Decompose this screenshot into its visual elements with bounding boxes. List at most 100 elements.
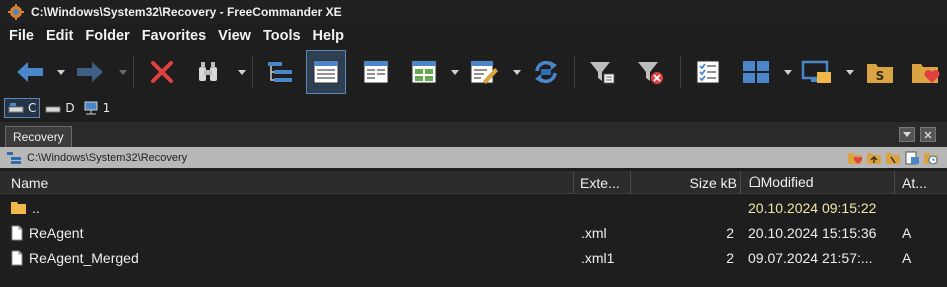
search-dropdown[interactable]	[237, 68, 247, 76]
file-name-cell: ..	[10, 195, 570, 220]
column-name[interactable]: Name	[0, 171, 574, 194]
folder-icon	[11, 201, 26, 214]
clear-filter-button[interactable]	[630, 50, 670, 94]
toolbar: S	[0, 48, 947, 96]
file-list: .. 20.10.2024 09:15:22 ReAgent .xml 2 20…	[0, 195, 947, 270]
menu-favorites[interactable]: Favorites	[137, 28, 211, 44]
back-button[interactable]	[10, 50, 50, 94]
tab-close-button[interactable]	[920, 127, 936, 142]
drive-c-button[interactable]: C	[4, 98, 41, 118]
file-size: 2	[726, 224, 734, 241]
edit-view-button[interactable]	[464, 50, 504, 94]
chevron-down-icon	[238, 69, 246, 75]
details-view-icon	[313, 60, 339, 84]
tab-label: Recovery	[13, 130, 64, 144]
file-icon	[11, 250, 23, 265]
history-icon	[923, 152, 938, 164]
file-modified: 09.07.2024 21:57:...	[748, 249, 873, 266]
menu-edit[interactable]: Edit	[41, 28, 78, 44]
tab-bar: Recovery	[0, 122, 947, 147]
column-attributes-label: At...	[902, 174, 927, 191]
toolbar-separator	[680, 56, 681, 88]
list-view-button[interactable]	[356, 50, 396, 94]
copy-path-button[interactable]	[903, 149, 920, 166]
menu-tools[interactable]: Tools	[258, 28, 306, 44]
drive-label: 1	[102, 101, 111, 115]
toolbar-separator	[252, 56, 253, 88]
window-title: C:\Windows\System32\Recovery - FreeComma…	[31, 5, 342, 19]
file-size	[636, 195, 734, 220]
layout-button[interactable]	[736, 50, 776, 94]
tree-view-button[interactable]	[260, 50, 300, 94]
edit-dropdown[interactable]	[512, 68, 522, 76]
favorite-folders-button[interactable]: S	[860, 50, 900, 94]
svg-text:S: S	[876, 69, 885, 83]
tab-menu-button[interactable]	[899, 127, 915, 142]
chevron-down-icon	[119, 69, 127, 75]
path-bar[interactable]: C:\Windows\System32\Recovery	[0, 147, 947, 168]
hard-drive-icon	[8, 103, 24, 113]
parent-folder-button[interactable]	[865, 149, 882, 166]
folder-root-icon	[885, 152, 900, 164]
network-drive-button[interactable]: 1	[80, 98, 114, 118]
sync-button[interactable]	[526, 50, 566, 94]
tab-recovery[interactable]: Recovery	[5, 126, 72, 147]
current-path[interactable]: C:\Windows\System32\Recovery	[27, 152, 187, 164]
file-name: ..	[32, 199, 40, 216]
checklist-button[interactable]	[688, 50, 728, 94]
file-attributes: A	[902, 224, 912, 241]
filter-icon	[590, 62, 615, 84]
column-size-label: Size kB	[689, 174, 737, 191]
file-name: ReAgent	[29, 224, 84, 241]
filter-button[interactable]	[582, 50, 622, 94]
app-icon	[8, 4, 24, 20]
refresh-icon	[535, 60, 557, 84]
layout-dropdown[interactable]	[783, 68, 793, 76]
file-row[interactable]: ReAgent .xml 2 20.10.2024 15:15:36 A	[0, 220, 947, 245]
column-header: Name Exte... Size kB ᗝModified At...	[0, 171, 947, 194]
forward-dropdown[interactable]	[118, 68, 128, 76]
network-drive-icon	[84, 101, 98, 115]
forward-button[interactable]	[70, 50, 110, 94]
menu-folder[interactable]: Folder	[80, 28, 134, 44]
drive-label: C	[28, 101, 37, 115]
tree-icon	[7, 151, 21, 164]
file-extension	[581, 195, 631, 220]
drive-d-button[interactable]: D	[42, 98, 77, 118]
file-attributes	[902, 195, 942, 220]
menu-view[interactable]: View	[213, 28, 256, 44]
root-folder-button[interactable]	[884, 149, 901, 166]
thumbnail-view-button[interactable]	[404, 50, 444, 94]
close-icon	[924, 131, 932, 138]
folder-heart-icon	[912, 64, 940, 83]
menu-file[interactable]: File	[4, 28, 39, 44]
delete-button[interactable]	[142, 50, 182, 94]
chevron-down-icon	[513, 69, 521, 75]
folder-favorite-button[interactable]	[846, 149, 863, 166]
file-row[interactable]: .. 20.10.2024 09:15:22	[0, 195, 947, 220]
column-attributes[interactable]: At...	[895, 171, 947, 194]
view-dropdown[interactable]	[450, 68, 460, 76]
checklist-icon	[696, 60, 720, 84]
edit-icon	[470, 60, 498, 84]
column-extension[interactable]: Exte...	[574, 171, 631, 194]
column-extension-label: Exte...	[580, 174, 620, 191]
path-actions	[844, 149, 939, 166]
chevron-down-icon	[784, 69, 792, 75]
column-modified-label: ᗝModified	[749, 174, 814, 190]
menu-help[interactable]: Help	[308, 28, 349, 44]
details-view-button[interactable]	[306, 50, 346, 94]
title-bar: C:\Windows\System32\Recovery - FreeComma…	[0, 0, 947, 24]
column-size[interactable]: Size kB	[631, 171, 741, 194]
history-button[interactable]	[922, 149, 939, 166]
desktop-dropdown[interactable]	[845, 68, 855, 76]
file-icon	[11, 225, 23, 240]
file-row[interactable]: ReAgent_Merged .xml1 2 09.07.2024 21:57:…	[0, 245, 947, 270]
grid-icon	[743, 61, 769, 83]
back-dropdown[interactable]	[56, 68, 66, 76]
search-button[interactable]	[188, 50, 228, 94]
clipboard-icon	[905, 151, 919, 164]
favorites-button[interactable]	[906, 50, 946, 94]
desktop-button[interactable]	[797, 50, 837, 94]
column-modified[interactable]: ᗝModified	[741, 171, 895, 194]
